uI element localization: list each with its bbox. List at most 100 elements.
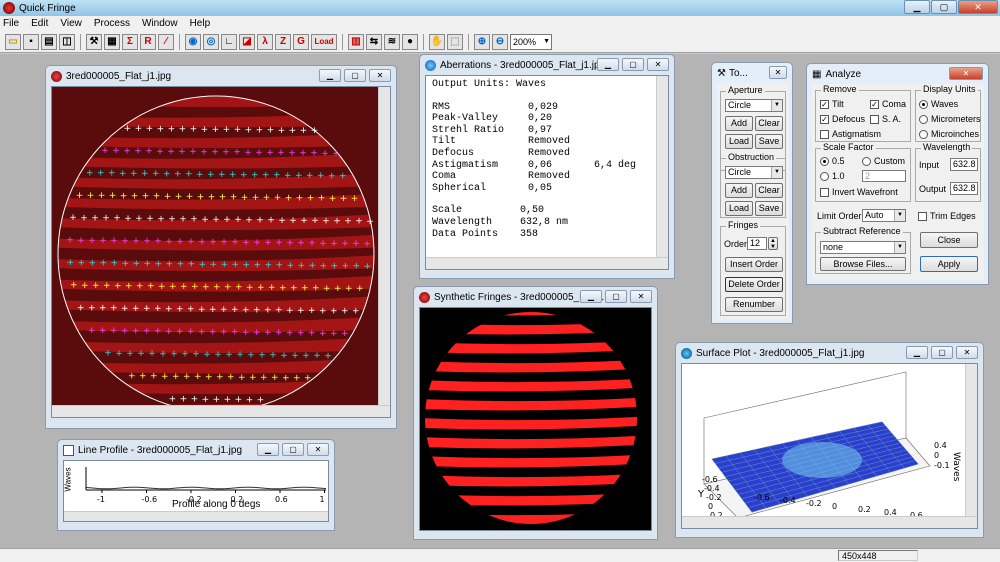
close-button[interactable]: ✕	[630, 290, 652, 303]
wavelength-output[interactable]: 632.8	[950, 182, 978, 195]
minimize-button[interactable]: ▁	[904, 0, 930, 14]
close-button[interactable]: ✕	[958, 0, 998, 14]
menu-file[interactable]: File	[3, 18, 19, 29]
insert-order-button[interactable]: Insert Order	[725, 257, 783, 272]
custom-scale-input[interactable]: 2	[862, 170, 906, 182]
fringes-icon[interactable]: ≋	[384, 33, 400, 50]
surface-plot-view[interactable]: -0.6 -0.4 -0.2 0 0.2 0.4 0.6 -0.6 -0.4 -0.2 0 0.2 0.…	[681, 363, 978, 529]
close-button[interactable]: ✕	[769, 66, 787, 79]
menu-help[interactable]: Help	[190, 18, 211, 29]
maximize-button[interactable]: ▢	[605, 290, 627, 303]
browse-files-button[interactable]: Browse Files...	[820, 257, 906, 271]
vertical-scrollbar[interactable]	[965, 364, 977, 528]
interferogram-view[interactable]: + + + + + + + + + + + + + + + + + + + + + + + + + + + + + + + + + + + + + + + +…	[51, 86, 391, 418]
aperture-load-button[interactable]: Load	[725, 134, 753, 149]
print-preview-icon[interactable]: ◫	[59, 33, 75, 50]
globe-icon[interactable]: ◉	[185, 33, 201, 50]
menu-window[interactable]: Window	[142, 18, 178, 29]
defocus-checkbox[interactable]: ✓ Defocus	[820, 114, 865, 124]
g-button[interactable]: G	[293, 33, 309, 50]
minimize-button[interactable]: ▁	[906, 346, 928, 359]
chart-icon[interactable]: ◪	[239, 33, 255, 50]
obstruction-load-button[interactable]: Load	[725, 201, 753, 216]
scale-10-radio[interactable]: 1.0	[820, 171, 845, 181]
microinches-radio[interactable]: Microinches	[919, 129, 979, 139]
minimize-button[interactable]: ▁	[319, 69, 341, 82]
obstruction-save-button[interactable]: Save	[755, 201, 783, 216]
menu-edit[interactable]: Edit	[31, 18, 48, 29]
wavelength-input[interactable]: 632.8	[950, 158, 978, 171]
maximize-button[interactable]: ▢	[622, 58, 644, 71]
limit-order-select[interactable]: Auto	[862, 209, 906, 222]
tilt-checkbox[interactable]: ✓ Tilt	[820, 99, 844, 109]
edit-fringes-icon[interactable]: Σ	[122, 33, 138, 50]
trim-edges-checkbox[interactable]: Trim Edges	[918, 211, 976, 221]
synthetic-icon[interactable]: ▥	[348, 33, 364, 50]
zoom-fringe-icon[interactable]: ◎	[203, 33, 219, 50]
coma-checkbox[interactable]: ✓ Coma	[870, 99, 906, 109]
reference-select[interactable]: none	[820, 241, 906, 254]
close-button[interactable]: ✕	[949, 67, 983, 80]
sa-checkbox[interactable]: S. A.	[870, 114, 901, 124]
zoom-in-icon[interactable]: ⊕	[474, 33, 490, 50]
obstruction-shape-select[interactable]: Circle	[725, 166, 783, 179]
maximize-button[interactable]: ▢	[931, 0, 957, 14]
lambda-button[interactable]: λ	[257, 33, 273, 50]
invert-wavefront-checkbox[interactable]: Invert Wavefront	[820, 187, 898, 197]
scale-custom-radio[interactable]: Custom	[862, 156, 905, 166]
horizontal-scrollbar[interactable]	[682, 516, 977, 528]
select-icon[interactable]: ⬚	[447, 33, 463, 50]
fringe-marker: +	[253, 238, 261, 248]
micrometers-radio[interactable]: Micrometers	[919, 114, 981, 124]
sphere-icon[interactable]: ●	[402, 33, 418, 50]
renumber-button[interactable]: Renumber	[725, 297, 783, 312]
surface-plot-chart[interactable]: -0.6 -0.4 -0.2 0 0.2 0.4 0.6-0.6-0.4-0.200.20.…	[682, 364, 967, 518]
aperture-shape-select[interactable]: Circle	[725, 99, 783, 112]
order-spinner[interactable]: ▲ ▼	[768, 237, 778, 250]
minimize-button[interactable]: ▁	[580, 290, 602, 303]
vertical-scrollbar[interactable]	[378, 87, 390, 417]
z-button[interactable]: Z	[275, 33, 291, 50]
print-icon[interactable]: ▤	[41, 33, 57, 50]
astigmatism-checkbox[interactable]: Astigmatism	[820, 129, 881, 139]
waves-radio[interactable]: Waves	[919, 99, 958, 109]
hand-icon[interactable]: ✋	[429, 33, 445, 50]
close-button[interactable]: ✕	[956, 346, 978, 359]
close-button[interactable]: ✕	[369, 69, 391, 82]
zoom-select[interactable]: 200%	[510, 33, 552, 50]
minimize-button[interactable]: ▁	[597, 58, 619, 71]
nav-icon[interactable]: ⇆	[366, 33, 382, 50]
obstruction-clear-button[interactable]: Clear	[755, 183, 783, 198]
plot-icon[interactable]: ∟	[221, 33, 237, 50]
menu-view[interactable]: View	[60, 18, 82, 29]
load-button[interactable]: Load	[311, 33, 337, 50]
slope-icon[interactable]: ⁄	[158, 33, 174, 50]
menu-process[interactable]: Process	[94, 18, 130, 29]
zoom-out-icon[interactable]: ⊖	[492, 33, 508, 50]
r-button[interactable]: R	[140, 33, 156, 50]
order-input[interactable]: 12	[747, 237, 767, 250]
maximize-button[interactable]: ▢	[282, 443, 304, 456]
delete-order-button[interactable]: Delete Order	[725, 277, 783, 292]
interferogram-image[interactable]: + + + + + + + + + + + + + + + + + + + + + + + + + + + + + + + + + + + + + + + +…	[52, 87, 380, 407]
save-icon[interactable]: ▪	[23, 33, 39, 50]
horizontal-scrollbar[interactable]	[426, 257, 668, 269]
camera-icon[interactable]: ▦	[104, 33, 120, 50]
apply-button[interactable]: Apply	[920, 256, 978, 272]
close-button[interactable]: ✕	[647, 58, 669, 71]
maximize-button[interactable]: ▢	[931, 346, 953, 359]
vertical-scrollbar[interactable]	[656, 76, 668, 269]
open-icon[interactable]: ▭	[5, 33, 21, 50]
aperture-save-button[interactable]: Save	[755, 134, 783, 149]
minimize-button[interactable]: ▁	[257, 443, 279, 456]
horizontal-scrollbar[interactable]	[64, 511, 328, 521]
close-button[interactable]: ✕	[307, 443, 329, 456]
aperture-add-button[interactable]: Add	[725, 116, 753, 131]
close-dialog-button[interactable]: Close	[920, 232, 978, 248]
obstruction-add-button[interactable]: Add	[725, 183, 753, 198]
scale-05-radio[interactable]: 0.5	[820, 156, 845, 166]
aperture-clear-button[interactable]: Clear	[755, 116, 783, 131]
tools-icon[interactable]: ⚒	[86, 33, 102, 50]
maximize-button[interactable]: ▢	[344, 69, 366, 82]
horizontal-scrollbar[interactable]	[52, 405, 390, 417]
